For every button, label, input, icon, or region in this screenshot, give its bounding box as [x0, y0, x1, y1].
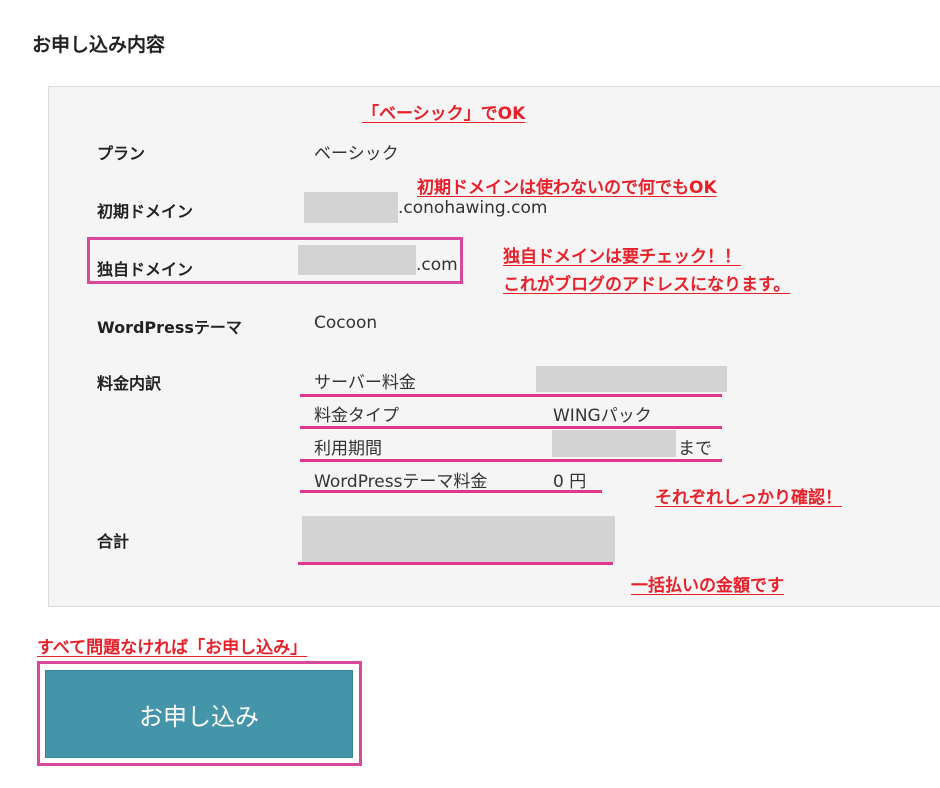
- plan-label: プラン: [97, 144, 146, 163]
- initial-domain-value: .conohawing.com: [398, 198, 548, 218]
- breakdown-item-name: サーバー料金: [314, 373, 416, 393]
- initial-domain-annotation: 初期ドメインは使わないので何でもOK: [417, 178, 717, 198]
- total-underline: [298, 562, 613, 565]
- breakdown-item-value: まで: [678, 439, 712, 459]
- own-domain-label: 独自ドメイン: [97, 260, 194, 279]
- apply-annotation: すべて問題なければ「お申し込み」: [37, 638, 308, 658]
- initial-domain-label: 初期ドメイン: [97, 202, 194, 221]
- own-domain-annotation-2: これがブログのアドレスになります。: [503, 275, 791, 295]
- breakdown-underline: [300, 490, 602, 493]
- breakdown-underline: [300, 394, 722, 397]
- breakdown-item-name: WordPressテーマ料金: [314, 472, 488, 492]
- total-redaction: [302, 516, 615, 562]
- apply-button[interactable]: お申し込み: [45, 670, 353, 758]
- breakdown-label: 料金内訳: [97, 374, 162, 393]
- breakdown-item-name: 料金タイプ: [314, 406, 399, 426]
- plan-annotation: 「ベーシック」でOK: [362, 104, 526, 124]
- plan-value: ベーシック: [314, 144, 399, 164]
- breakdown-underline: [300, 459, 722, 462]
- total-annotation: 一括払いの金額です: [631, 576, 784, 596]
- section-title: お申し込み内容: [32, 34, 166, 56]
- breakdown-item-value: WINGパック: [553, 406, 652, 426]
- theme-label: WordPressテーマ: [97, 318, 242, 337]
- own-domain-annotation: 独自ドメインは要チェック！！: [503, 247, 741, 267]
- theme-value: Cocoon: [314, 313, 378, 333]
- breakdown-underline: [300, 426, 722, 429]
- total-label: 合計: [97, 532, 130, 551]
- initial-domain-redaction: [304, 192, 398, 223]
- breakdown-annotation: それぞれしっかり確認！: [655, 488, 842, 508]
- own-domain-redaction: [298, 245, 416, 275]
- breakdown-item-name: 利用期間: [314, 439, 382, 459]
- server-fee-redaction: [536, 366, 727, 392]
- own-domain-value: .com: [416, 255, 458, 275]
- period-redaction: [552, 430, 676, 457]
- breakdown-item-value: 0 円: [553, 472, 587, 492]
